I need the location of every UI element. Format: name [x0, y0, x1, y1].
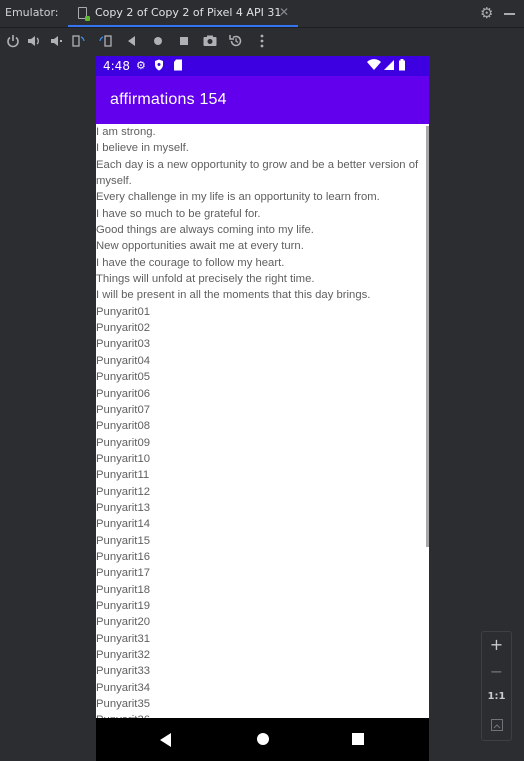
- list-item: Punyarit19: [96, 599, 151, 612]
- battery-icon: [398, 59, 406, 74]
- list-item: Punyarit02: [96, 322, 151, 335]
- emulator-tab-bar: Emulator: Copy 2 of Copy 2 of Pixel 4 AP…: [0, 0, 524, 28]
- list-item: I am strong.: [96, 126, 156, 138]
- list-item: Punyarit34: [96, 681, 151, 694]
- zoom-panel: + − 1:1: [481, 631, 512, 741]
- list-item: Punyarit08: [96, 420, 151, 433]
- rotate-right-icon[interactable]: [97, 33, 113, 49]
- list-item: Each day is a new opportunity to grow an…: [96, 158, 419, 188]
- status-time: 4:48: [103, 59, 130, 73]
- emulator-toolbar: [0, 28, 524, 54]
- app-bar: affirmations 154: [96, 76, 429, 124]
- list-item: Punyarit07: [96, 403, 151, 416]
- device-screen[interactable]: 4:48 ⚙ affirmations 154 I am strong. I be…: [96, 56, 429, 761]
- gear-icon[interactable]: ⚙: [480, 4, 493, 22]
- fit-screen-icon[interactable]: [482, 716, 511, 735]
- power-icon[interactable]: [5, 33, 21, 49]
- back-icon[interactable]: [160, 733, 171, 747]
- list-item: Punyarit11: [96, 469, 150, 482]
- status-bar: 4:48 ⚙: [96, 56, 429, 76]
- zoom-out-button[interactable]: −: [482, 662, 511, 681]
- list-item: Punyarit15: [96, 534, 151, 547]
- list-item: Punyarit09: [96, 436, 151, 449]
- volume-up-icon[interactable]: [26, 33, 42, 49]
- list-item: Things will unfold at precisely the righ…: [96, 273, 315, 286]
- list-item: Punyarit31: [96, 632, 151, 645]
- list-item: Punyarit10: [96, 452, 151, 465]
- active-tab-indicator: [68, 25, 298, 27]
- minimize-icon[interactable]: [504, 13, 515, 15]
- list-item: I have so much to be grateful for.: [96, 207, 261, 220]
- gear-icon: ⚙: [136, 59, 146, 72]
- wifi-icon: [367, 59, 381, 74]
- app-title: affirmations 154: [110, 91, 227, 108]
- list-item: Punyarit12: [96, 485, 151, 498]
- more-vertical-icon[interactable]: [254, 33, 270, 49]
- list-item: I believe in myself.: [96, 142, 189, 155]
- list-item: Punyarit01: [96, 305, 151, 318]
- list-item: I will be present in all the moments tha…: [96, 289, 371, 302]
- list-item: Punyarit04: [96, 354, 151, 367]
- volume-down-icon[interactable]: [48, 33, 64, 49]
- emulator-label: Emulator:: [5, 6, 59, 19]
- zoom-in-button[interactable]: +: [482, 635, 511, 654]
- back-icon[interactable]: [124, 33, 140, 49]
- list-item: Punyarit32: [96, 649, 151, 661]
- device-tab[interactable]: Copy 2 of Copy 2 of Pixel 4 API 31 ✕: [68, 0, 298, 27]
- list-item: Punyarit14: [96, 518, 151, 531]
- list-item: Every challenge in my life is an opportu…: [96, 191, 380, 204]
- actual-size-button[interactable]: 1:1: [482, 691, 511, 702]
- list-item: Punyarit33: [96, 665, 151, 678]
- list-item: Punyarit18: [96, 583, 151, 596]
- device-icon: [78, 7, 90, 21]
- list-item: Good things are always coming into my li…: [96, 224, 314, 237]
- list-item: New opportunities await me at every turn…: [96, 240, 304, 253]
- scrollbar[interactable]: [426, 126, 429, 547]
- tab-title: Copy 2 of Copy 2 of Pixel 4 API 31: [95, 6, 282, 19]
- list-item: Punyarit17: [96, 567, 151, 580]
- home-icon[interactable]: [150, 33, 166, 49]
- close-icon[interactable]: ✕: [279, 5, 289, 19]
- list-item: Punyarit35: [96, 698, 151, 711]
- home-icon[interactable]: [257, 733, 269, 745]
- list-item: Punyarit16: [96, 550, 151, 563]
- overview-icon[interactable]: [176, 33, 192, 49]
- signal-icon: [383, 59, 395, 74]
- list-item: I have the courage to follow my heart.: [96, 256, 285, 269]
- list-item: Punyarit03: [96, 338, 151, 351]
- camera-icon[interactable]: [202, 33, 218, 49]
- rotate-left-icon[interactable]: [71, 33, 87, 49]
- list-item: Punyarit13: [96, 501, 151, 514]
- list-item: Punyarit06: [96, 387, 151, 400]
- snapshot-icon[interactable]: [228, 33, 244, 49]
- recents-icon[interactable]: [352, 733, 364, 745]
- list-item: Punyarit05: [96, 371, 151, 384]
- list-item: Punyarit20: [96, 616, 151, 629]
- shield-icon: [154, 59, 164, 74]
- navigation-bar: [96, 718, 429, 761]
- sd-card-icon: [173, 59, 183, 74]
- affirmation-list[interactable]: I am strong. I believe in myself. Each day…: [96, 124, 429, 718]
